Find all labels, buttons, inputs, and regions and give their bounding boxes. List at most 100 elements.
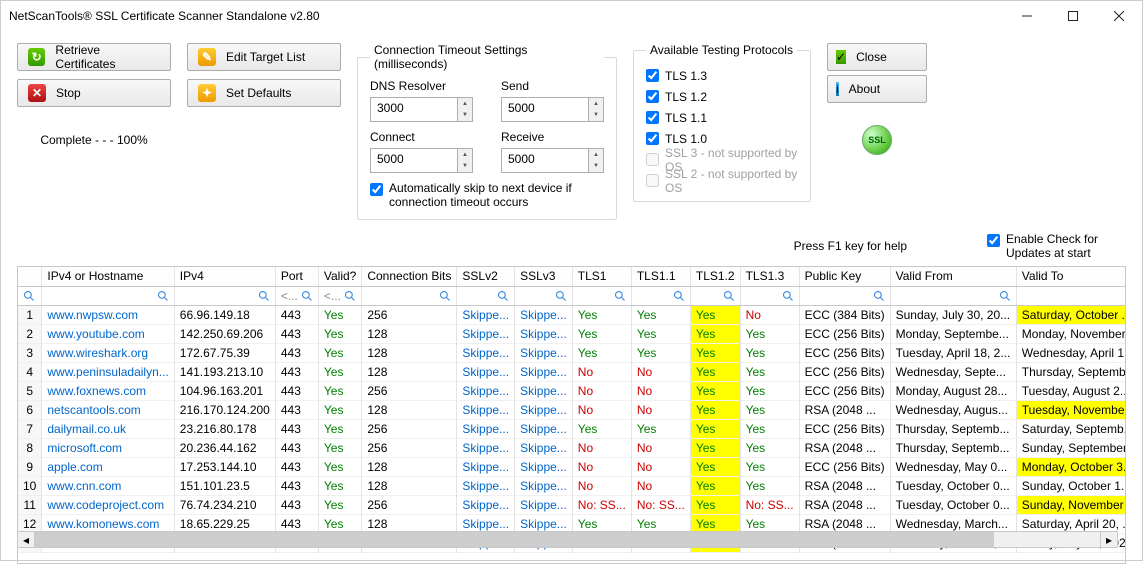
hostname-link: www.codeproject.com — [42, 495, 174, 514]
hostname-link: www.youtube.com — [42, 324, 174, 343]
receive-input[interactable]: 5000 ▲▼ — [501, 148, 604, 173]
results-grid[interactable]: IPv4 or Hostname IPv4 Port Valid? Connec… — [17, 266, 1126, 564]
col-tls12[interactable]: TLS1.2 — [690, 267, 740, 286]
search-input[interactable] — [367, 290, 451, 302]
table-row[interactable]: 8microsoft.com20.236.44.162443Yes256Skip… — [18, 438, 1126, 457]
status-text: Complete - - - 100% — [17, 133, 171, 147]
set-defaults-button[interactable]: ✦ Set Defaults — [187, 79, 341, 107]
search-input[interactable] — [180, 290, 270, 302]
search-input[interactable]: <... — [281, 289, 313, 303]
search-input[interactable] — [462, 290, 509, 302]
col-validto[interactable]: Valid To — [1016, 267, 1126, 286]
search-input[interactable] — [47, 290, 168, 302]
table-row[interactable]: 3www.wireshark.org172.67.75.39443Yes128S… — [18, 343, 1126, 362]
dns-resolver-input[interactable]: 3000 ▲▼ — [370, 97, 473, 122]
edit-target-list-button[interactable]: ✎ Edit Target List — [187, 43, 341, 71]
search-input[interactable]: <... — [324, 289, 356, 303]
spin-up-icon[interactable]: ▲ — [458, 149, 472, 161]
send-input[interactable]: 5000 ▲▼ — [501, 97, 604, 122]
retrieve-label: Retrieve Certificates — [55, 43, 160, 71]
table-row[interactable]: 11www.codeproject.com76.74.234.210443Yes… — [18, 495, 1126, 514]
horizontal-scrollbar[interactable]: ◂ ▸ — [17, 531, 1118, 548]
table-row[interactable]: 6netscantools.com216.170.124.200443Yes12… — [18, 400, 1126, 419]
hostname-link: www.wireshark.org — [42, 343, 174, 362]
table-row[interactable]: 10www.cnn.com151.101.23.5443Yes128Skippe… — [18, 476, 1126, 495]
col-publickey[interactable]: Public Key — [799, 267, 890, 286]
table-row[interactable]: 7dailymail.co.uk23.216.80.178443Yes256Sk… — [18, 419, 1126, 438]
send-label: Send — [501, 79, 604, 93]
updates-checkbox[interactable] — [987, 234, 1000, 247]
close-window-button[interactable] — [1096, 1, 1142, 31]
hostname-link: www.peninsuladailyn... — [42, 362, 174, 381]
spin-down-icon[interactable]: ▼ — [589, 161, 603, 173]
search-input[interactable] — [696, 290, 735, 302]
timeout-legend: Connection Timeout Settings (millisecond… — [370, 43, 604, 71]
search-input[interactable] — [746, 290, 794, 302]
search-input[interactable] — [805, 290, 885, 302]
retrieve-icon: ↻ — [28, 48, 45, 66]
receive-label: Receive — [501, 130, 604, 144]
stop-button[interactable]: ✕ Stop — [17, 79, 171, 107]
column-header-row[interactable]: IPv4 or Hostname IPv4 Port Valid? Connec… — [18, 267, 1126, 286]
tls11-checkbox[interactable] — [646, 111, 659, 124]
search-input[interactable] — [896, 290, 1011, 302]
col-valid[interactable]: Valid? — [318, 267, 361, 286]
search-icon[interactable] — [23, 290, 36, 302]
updates-label: Enable Check for Updates at start — [1006, 232, 1126, 260]
search-input[interactable] — [520, 290, 567, 302]
col-sslv2[interactable]: SSLv2 — [457, 267, 515, 286]
spin-up-icon[interactable]: ▲ — [589, 149, 603, 161]
spin-up-icon[interactable]: ▲ — [458, 98, 472, 110]
tls13-checkbox[interactable] — [646, 69, 659, 82]
protocols-group: Available Testing Protocols TLS 1.3 TLS … — [633, 43, 811, 202]
spin-up-icon[interactable]: ▲ — [589, 98, 603, 110]
protocols-legend: Available Testing Protocols — [646, 43, 797, 57]
window-title: NetScanTools® SSL Certificate Scanner St… — [9, 9, 1004, 23]
close-button[interactable]: ✓ Close — [827, 43, 927, 71]
col-validfrom[interactable]: Valid From — [890, 267, 1016, 286]
connect-input[interactable]: 5000 ▲▼ — [370, 148, 473, 173]
ssl2-checkbox — [646, 174, 659, 187]
about-button[interactable]: i About — [827, 75, 927, 103]
scroll-left-icon[interactable]: ◂ — [18, 532, 35, 547]
spin-down-icon[interactable]: ▼ — [589, 110, 603, 122]
col-tls1[interactable]: TLS1 — [572, 267, 631, 286]
table-row[interactable]: 2www.youtube.com142.250.69.206443Yes128S… — [18, 324, 1126, 343]
table-row[interactable]: 4www.peninsuladailyn...141.193.213.10443… — [18, 362, 1126, 381]
search-input[interactable] — [637, 290, 685, 302]
hostname-link: www.cnn.com — [42, 476, 174, 495]
help-text: Press F1 key for help — [794, 239, 907, 253]
minimize-button[interactable] — [1004, 1, 1050, 31]
col-hostname[interactable]: IPv4 or Hostname — [42, 267, 174, 286]
edit-icon: ✎ — [198, 48, 216, 66]
titlebar: NetScanTools® SSL Certificate Scanner St… — [1, 1, 1142, 31]
col-sslv3[interactable]: SSLv3 — [515, 267, 573, 286]
scrollbar-thumb[interactable] — [35, 532, 994, 547]
col-tls11[interactable]: TLS1.1 — [631, 267, 690, 286]
hostname-link: apple.com — [42, 457, 174, 476]
retrieve-certificates-button[interactable]: ↻ Retrieve Certificates — [17, 43, 171, 71]
search-row[interactable]: <... <... — [18, 286, 1126, 305]
maximize-button[interactable] — [1050, 1, 1096, 31]
hostname-link: netscantools.com — [42, 400, 174, 419]
hostname-link: www.nwpsw.com — [42, 305, 174, 324]
search-input[interactable] — [1022, 290, 1126, 302]
col-ipv4[interactable]: IPv4 — [174, 267, 275, 286]
col-tls13[interactable]: TLS1.3 — [740, 267, 799, 286]
search-input[interactable] — [578, 290, 626, 302]
connect-label: Connect — [370, 130, 473, 144]
spin-down-icon[interactable]: ▼ — [458, 110, 472, 122]
info-icon: i — [836, 82, 839, 96]
table-row[interactable]: 5www.foxnews.com104.96.163.201443Yes256S… — [18, 381, 1126, 400]
table-row[interactable]: 1www.nwpsw.com66.96.149.18443Yes256Skipp… — [18, 305, 1126, 324]
tls12-checkbox[interactable] — [646, 90, 659, 103]
col-port[interactable]: Port — [275, 267, 318, 286]
tls10-checkbox[interactable] — [646, 132, 659, 145]
spin-down-icon[interactable]: ▼ — [458, 161, 472, 173]
scroll-right-icon[interactable]: ▸ — [1100, 532, 1117, 547]
table-row[interactable]: 9apple.com17.253.144.10443Yes128Skippe..… — [18, 457, 1126, 476]
autoskip-checkbox[interactable] — [370, 183, 383, 196]
col-bits[interactable]: Connection Bits — [362, 267, 457, 286]
set-defaults-label: Set Defaults — [226, 86, 291, 100]
ssl3-checkbox — [646, 153, 659, 166]
